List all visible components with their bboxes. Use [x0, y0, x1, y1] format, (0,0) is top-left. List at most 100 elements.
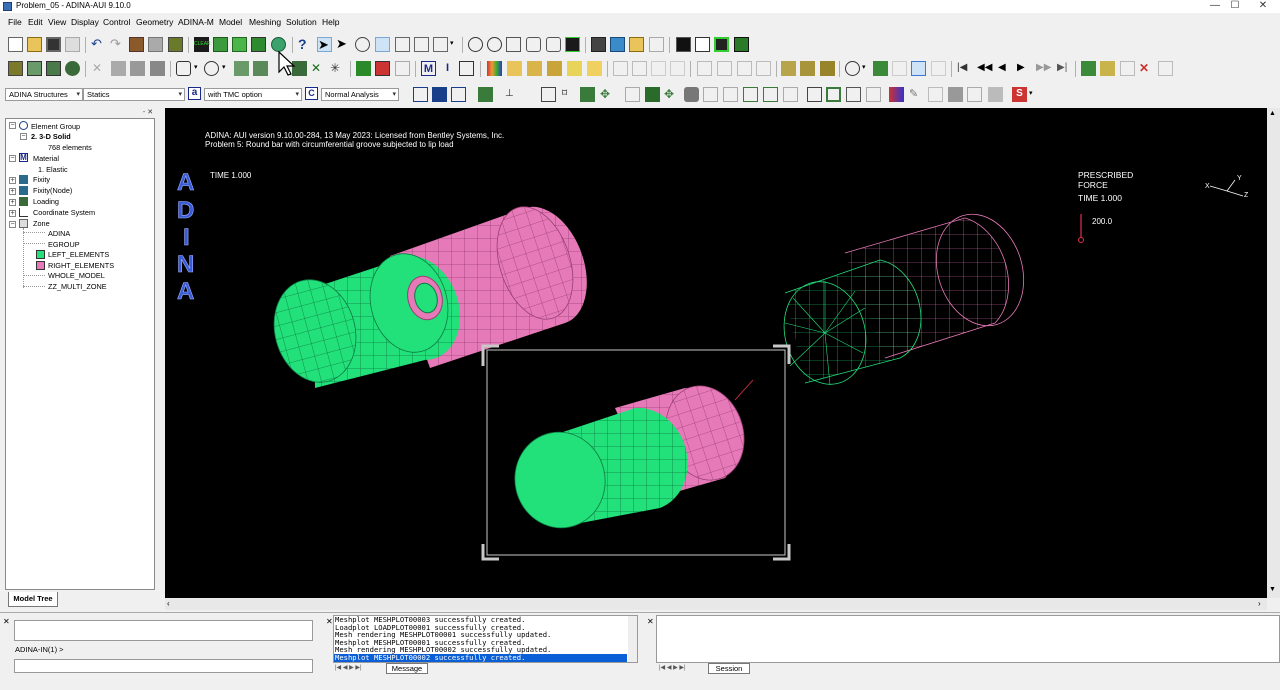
- menu-file[interactable]: File: [8, 17, 22, 27]
- analysis-type-select[interactable]: Statics ▾: [83, 88, 185, 101]
- graphics-vscroll[interactable]: ▲ ▼: [1267, 108, 1280, 598]
- tmc-option-select[interactable]: with TMC option ▾: [204, 88, 302, 101]
- redo-icon[interactable]: ↷: [110, 37, 125, 52]
- zoom-in-icon[interactable]: [468, 37, 483, 52]
- save-icon[interactable]: [46, 37, 61, 52]
- grid-layout-icon[interactable]: [734, 37, 749, 52]
- line-icon[interactable]: [46, 61, 61, 76]
- boundary-plot-icon[interactable]: [395, 61, 410, 76]
- last-frame-icon[interactable]: ▶|: [1057, 61, 1072, 76]
- wireframe-model[interactable]: [773, 203, 1038, 394]
- tmc-icon[interactable]: a: [188, 87, 201, 100]
- node-sets-icon[interactable]: [743, 87, 758, 102]
- center-icon[interactable]: ⌑: [562, 87, 577, 102]
- menu-help[interactable]: Help: [322, 17, 339, 27]
- stop-icon[interactable]: ✕: [1139, 61, 1154, 76]
- tree-fixity-node[interactable]: Fixity(Node): [33, 186, 72, 195]
- menu-model[interactable]: Model: [219, 17, 242, 27]
- expand-icon[interactable]: +: [9, 177, 16, 184]
- save-as-icon[interactable]: [65, 37, 80, 52]
- translate-icon[interactable]: [414, 37, 429, 52]
- tree-material-item[interactable]: 1. Elastic: [38, 165, 68, 174]
- white-background-icon[interactable]: [695, 37, 710, 52]
- result-icon[interactable]: [587, 61, 602, 76]
- print-icon[interactable]: [610, 37, 625, 52]
- tree-zone[interactable]: Zone: [33, 219, 50, 228]
- modify-mesh-icon[interactable]: [232, 37, 247, 52]
- fixity-icon[interactable]: [356, 61, 371, 76]
- scroll-up-icon[interactable]: ▲: [1269, 110, 1276, 117]
- cut-surface-icon[interactable]: [204, 61, 219, 76]
- line-width-icon[interactable]: [928, 87, 943, 102]
- scroll-down-icon[interactable]: ▼: [1269, 586, 1276, 593]
- open-folder-icon[interactable]: [27, 37, 42, 52]
- zone-item[interactable]: WHOLE_MODEL: [48, 271, 105, 280]
- show-icon[interactable]: ✳: [330, 61, 345, 76]
- layer-icon[interactable]: [948, 87, 963, 102]
- scale-icon[interactable]: [433, 37, 448, 52]
- sphere-icon[interactable]: [845, 61, 860, 76]
- session-tab[interactable]: Session: [708, 663, 750, 674]
- pen-icon[interactable]: ✎: [909, 87, 924, 102]
- tree-loading[interactable]: Loading: [33, 197, 59, 206]
- help-icon[interactable]: ?: [298, 37, 313, 52]
- maximize-button[interactable]: ☐: [1222, 0, 1248, 13]
- movie-icon[interactable]: [800, 61, 815, 76]
- mesh-view-icon[interactable]: [565, 37, 580, 52]
- tree-fixity[interactable]: Fixity: [33, 175, 50, 184]
- zoomed-model[interactable]: [506, 376, 756, 537]
- ruler-icon[interactable]: [931, 61, 946, 76]
- forward-icon[interactable]: ▶: [1017, 61, 1032, 76]
- mesh-plot-icon[interactable]: [213, 37, 228, 52]
- hide-icon[interactable]: ✕: [311, 61, 326, 76]
- shading-icon[interactable]: [253, 61, 268, 76]
- load-icon[interactable]: [375, 61, 390, 76]
- script-icon[interactable]: S: [1012, 87, 1027, 102]
- menu-meshing[interactable]: Meshing: [249, 17, 281, 27]
- stress-icon[interactable]: [547, 61, 562, 76]
- solve-icon[interactable]: [1120, 61, 1135, 76]
- load-plot-icon[interactable]: [251, 37, 266, 52]
- pin-icon[interactable]: [703, 87, 718, 102]
- back-icon[interactable]: ◀: [998, 61, 1013, 76]
- list-view-icon[interactable]: [988, 87, 1003, 102]
- expand-icon[interactable]: +: [9, 199, 16, 206]
- grid-icon[interactable]: [911, 61, 926, 76]
- menu-geometry[interactable]: Geometry: [136, 17, 173, 27]
- collapse-icon[interactable]: −: [9, 122, 16, 129]
- movie-save-icon[interactable]: [820, 61, 835, 76]
- new-file-icon[interactable]: [8, 37, 23, 52]
- fast-forward-icon[interactable]: ▶▶: [1036, 61, 1051, 76]
- point-icon[interactable]: [27, 61, 42, 76]
- window-layout-icon[interactable]: [714, 37, 729, 52]
- axes-icon[interactable]: ⊥: [505, 87, 520, 102]
- graphics-hscroll[interactable]: ‹ ›: [165, 598, 1267, 610]
- list-icon[interactable]: [459, 61, 474, 76]
- export-icon[interactable]: [629, 37, 644, 52]
- text-icon[interactable]: I: [440, 61, 455, 76]
- vector-icon[interactable]: [507, 61, 522, 76]
- expand-icon[interactable]: +: [9, 188, 16, 195]
- chevron-down-icon[interactable]: ▾: [1029, 87, 1037, 102]
- tree-material[interactable]: Material: [33, 154, 59, 163]
- element-face-icon[interactable]: [580, 87, 595, 102]
- settings-icon[interactable]: [866, 87, 881, 102]
- model-tree-tab[interactable]: Model Tree: [8, 592, 58, 607]
- graph-list-icon[interactable]: [737, 61, 752, 76]
- graph-clear-icon[interactable]: [756, 61, 771, 76]
- undo-icon[interactable]: ↶: [91, 37, 106, 52]
- data-file-icon[interactable]: [1100, 61, 1115, 76]
- cube-icon[interactable]: [873, 61, 888, 76]
- fast-back-icon[interactable]: ◀◀: [977, 61, 992, 76]
- menu-control[interactable]: Control: [103, 17, 130, 27]
- menu-adina-m[interactable]: ADINA-M: [178, 17, 214, 27]
- session-tab-nav[interactable]: |◀ ◀ ▶ ▶|: [659, 664, 709, 673]
- scroll-right-icon[interactable]: ›: [1258, 599, 1261, 608]
- vector-plot-icon[interactable]: [613, 61, 628, 76]
- tree-element-group-item[interactable]: 2. 3-D Solid: [31, 132, 71, 141]
- graph-edit-icon[interactable]: [717, 61, 732, 76]
- message-tab-nav[interactable]: |◀ ◀ ▶ ▶|: [335, 664, 385, 673]
- zone-item[interactable]: ADINA: [48, 229, 70, 238]
- user-icon[interactable]: [168, 37, 183, 52]
- mesh-grid-icon[interactable]: [478, 87, 493, 102]
